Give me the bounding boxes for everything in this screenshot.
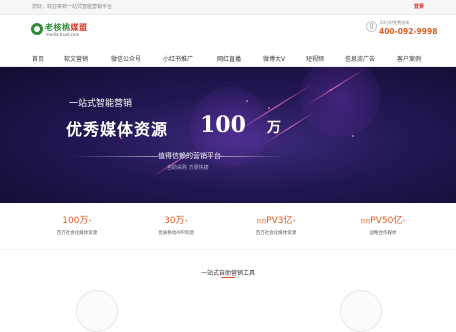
- hero-rule-left: [70, 156, 158, 157]
- nav-item-shortvideo[interactable]: 短视频: [306, 54, 324, 63]
- stat-value: 30万+: [164, 216, 188, 226]
- stat-item: 30万+ 优质移动APP资源: [136, 216, 216, 237]
- nav-item-weibo[interactable]: 微博大V: [263, 54, 285, 63]
- hero-tagline: 一站式智能营销: [69, 99, 133, 109]
- stat-value: 日均PV50亿+: [360, 216, 406, 226]
- hero-subtitle: 值得信赖的营销平台: [158, 152, 221, 160]
- phone-icon: [366, 21, 377, 32]
- nav-item-cases[interactable]: 客户案例: [397, 54, 421, 63]
- logo-name-highlight: 媒盟: [70, 22, 88, 32]
- section-divider: [0, 249, 456, 250]
- hero-unit: 万: [267, 120, 281, 136]
- login-link[interactable]: 登录: [414, 3, 424, 10]
- stat-item: 日均PV50亿+ 战略合作媒体: [343, 216, 423, 237]
- tool-icon[interactable]: [340, 290, 382, 332]
- top-bar: 您好，欢迎来到一站式智能营销平台 登录: [0, 0, 456, 15]
- main-nav: 首页 软文营销 微信公众号 小红书推广 网红直播 微博大V 短视频 信息流广告 …: [0, 50, 456, 68]
- nav-item-home[interactable]: 首页: [32, 54, 44, 63]
- nav-item-wechat[interactable]: 微信公众号: [111, 54, 141, 63]
- phone-number[interactable]: 400-092-9998: [379, 27, 437, 36]
- sparkle-dot: [352, 135, 354, 137]
- hero-count: 100: [200, 112, 246, 138]
- sparkle-dot: [330, 89, 332, 91]
- hero-rule-right: [220, 156, 284, 157]
- tool-icon[interactable]: [76, 290, 118, 332]
- logo-name-main: 老核桃: [45, 22, 71, 32]
- stat-item: 日均PV3亿+ 百万社会化媒体资源: [236, 216, 316, 237]
- stat-item: 100万+ 百万社会化媒体资源: [37, 216, 117, 237]
- nav-item-xiaohongshu[interactable]: 小红书推广: [163, 54, 193, 63]
- nav-item-live[interactable]: 网红直播: [217, 54, 241, 63]
- sparkle-dot: [246, 100, 248, 102]
- logo-icon[interactable]: [31, 23, 43, 35]
- hero-small-text: 自助采购 方便快捷: [167, 165, 209, 171]
- stat-value: 日均PV3亿+: [256, 216, 296, 226]
- welcome-text: 您好，欢迎来到一站式智能营销平台: [32, 4, 113, 10]
- phone-label: 24小时免费咨询: [380, 20, 410, 25]
- stat-label: 优质移动APP资源: [158, 231, 194, 236]
- stat-label: 百万社会化媒体资源: [255, 231, 297, 236]
- section-title: 一站式自助营销工具: [200, 270, 255, 277]
- stat-value: 100万+: [62, 216, 92, 226]
- nav-item-softtext[interactable]: 软文营销: [64, 54, 88, 63]
- nav-item-feed-ads[interactable]: 信息流广告: [345, 54, 375, 63]
- hero-headline: 优秀媒体资源: [66, 120, 169, 139]
- logo-url: media.truet.com: [46, 32, 80, 37]
- section-underline: [221, 277, 235, 278]
- sparkle-dot: [268, 107, 270, 109]
- stat-label: 百万社会化媒体资源: [56, 231, 98, 236]
- stat-label: 战略合作媒体: [369, 231, 397, 236]
